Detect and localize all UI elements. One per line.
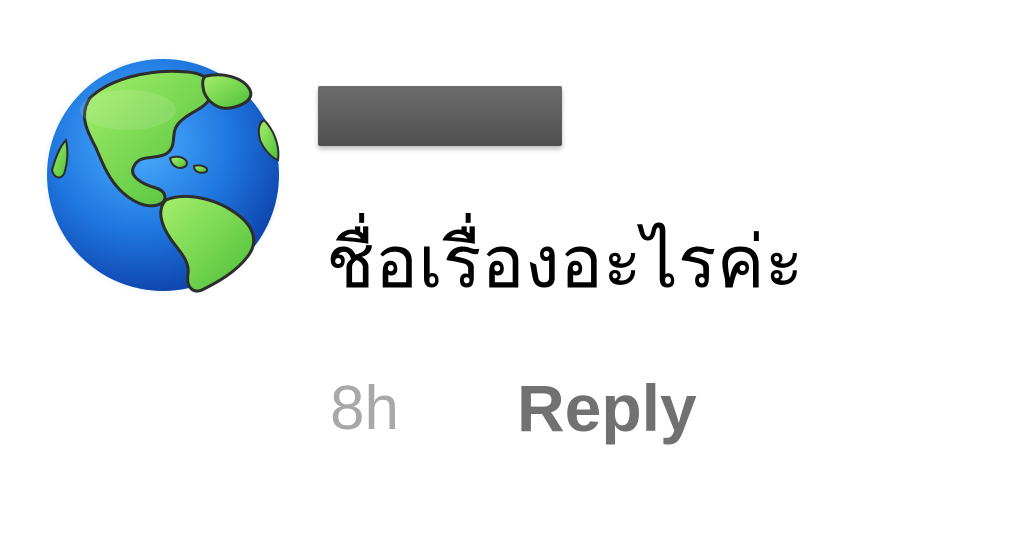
- reply-button[interactable]: Reply: [517, 370, 697, 446]
- timestamp: 8h: [330, 373, 399, 443]
- avatar[interactable]: [38, 50, 288, 300]
- comment-meta: 8h Reply: [330, 368, 697, 448]
- earth-globe-icon: [39, 51, 287, 299]
- comment-text: ชื่อเรื่องอะไรค่ะ: [326, 220, 804, 304]
- username-redacted[interactable]: [318, 86, 562, 146]
- comment-item: ชื่อเรื่องอะไรค่ะ 8h Reply: [0, 0, 1024, 553]
